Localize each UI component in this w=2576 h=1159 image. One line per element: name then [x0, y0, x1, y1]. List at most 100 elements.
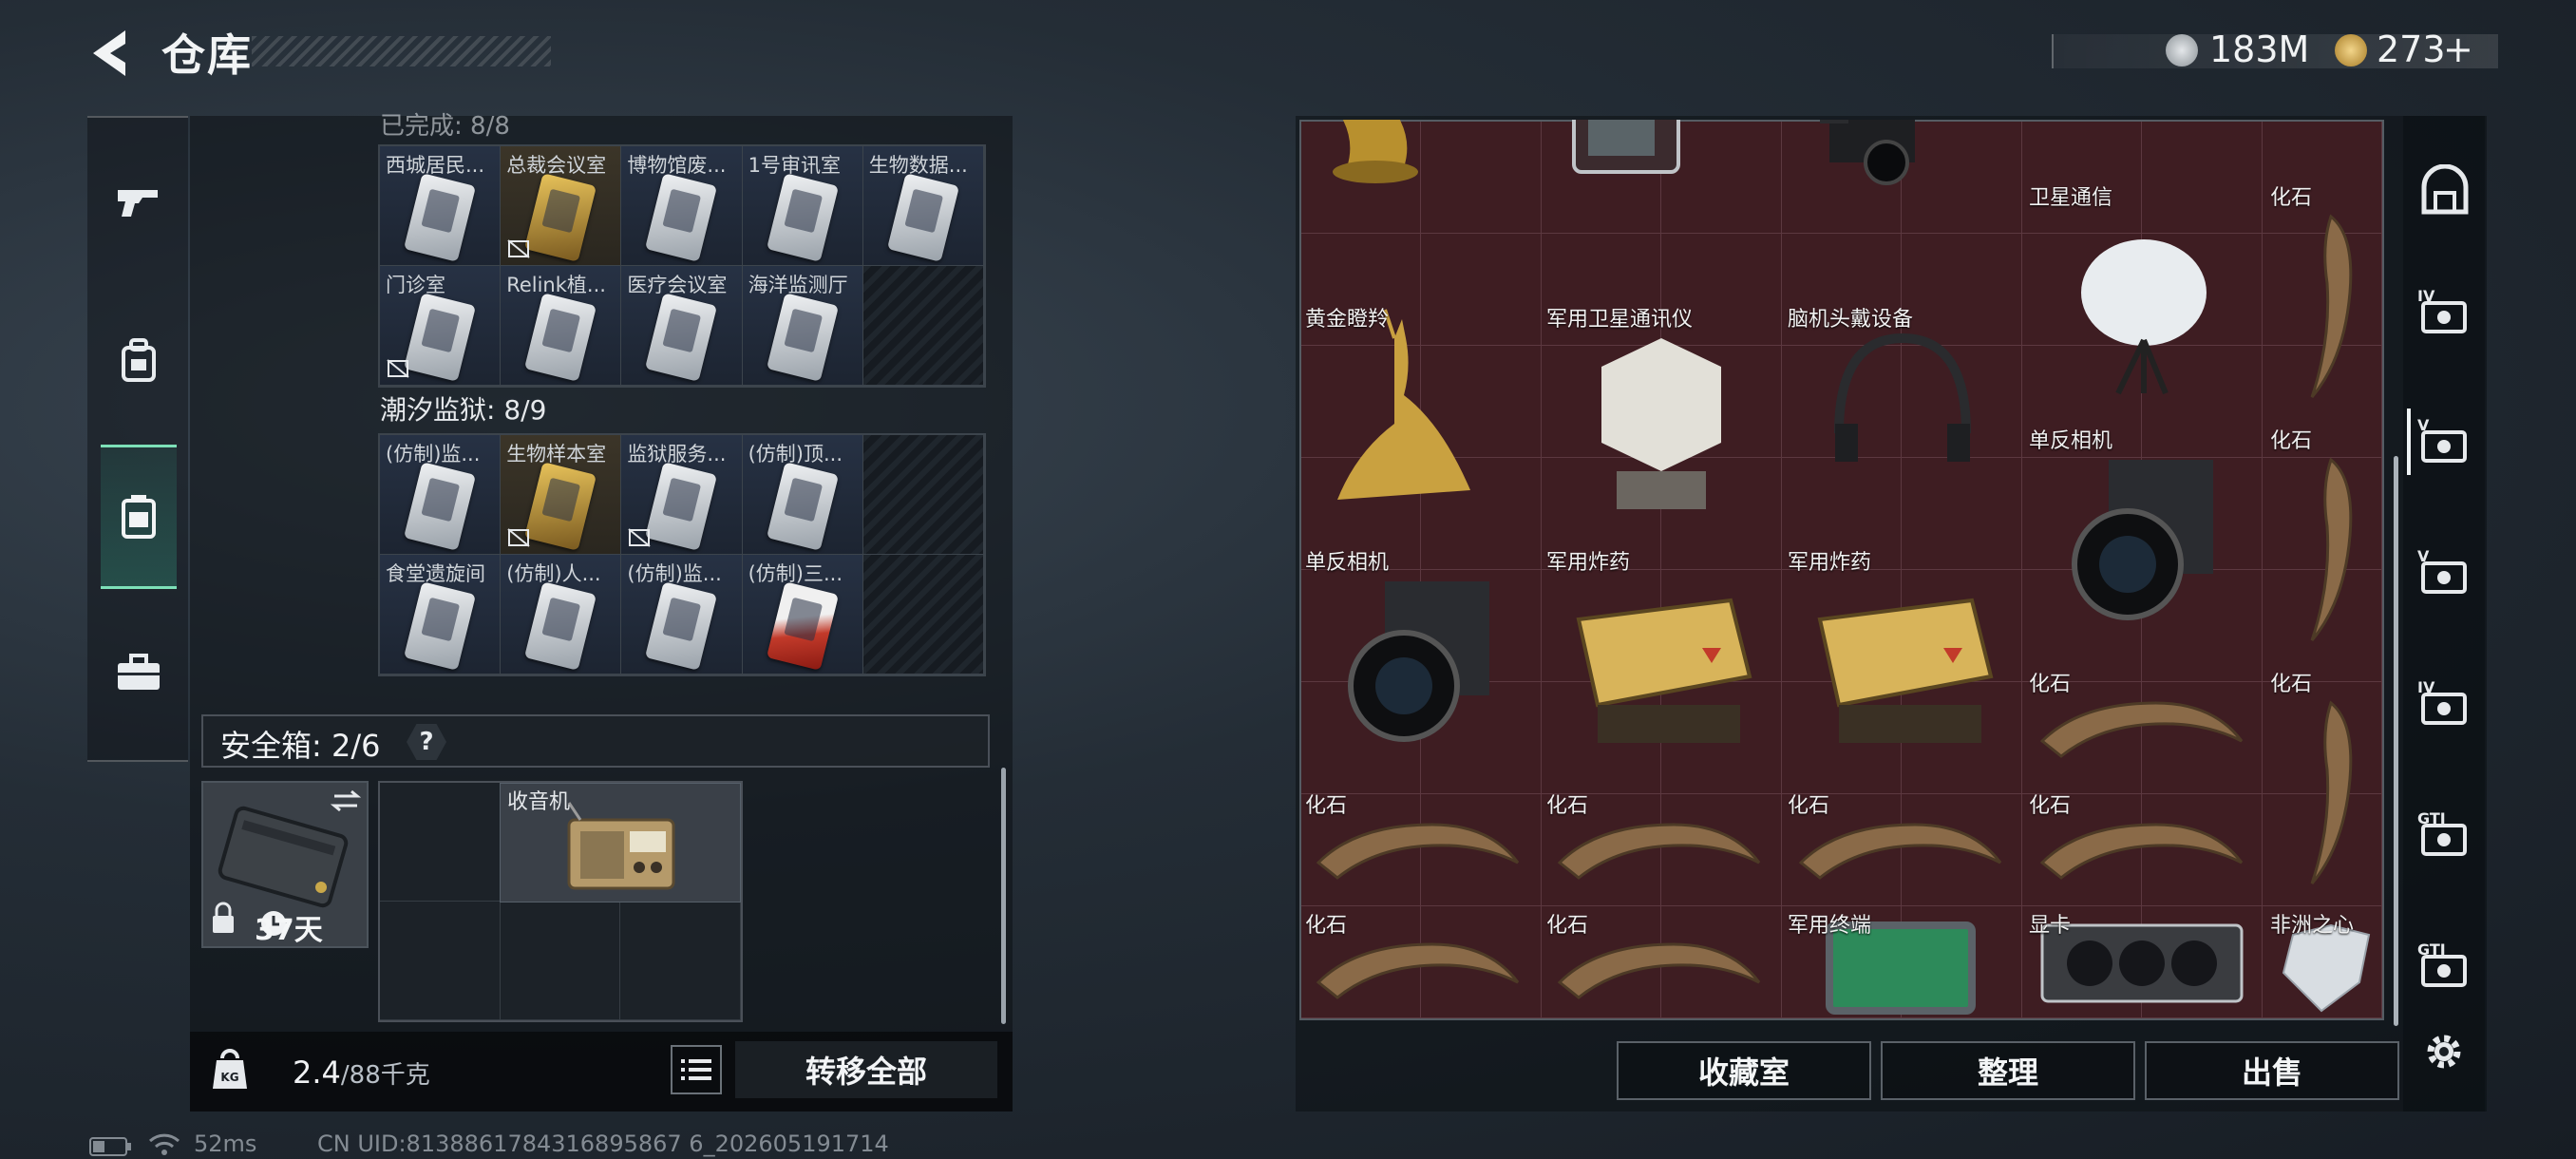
key-card-slot[interactable]: 食堂遗旋间: [380, 555, 502, 674]
storage-item-label: 军用炸药: [1546, 551, 1631, 575]
collection-room-button[interactable]: 收藏室: [1617, 1041, 1871, 1100]
key-card-label: (仿制)监...: [386, 443, 481, 466]
key-card-slot[interactable]: 生物数据...: [862, 146, 984, 266]
key-card-slot[interactable]: (仿制)顶...: [742, 435, 863, 555]
key-card-icon: [403, 293, 477, 382]
storage-item-label: 单反相机: [2029, 429, 2113, 453]
key-card-slot[interactable]: 门诊室: [380, 266, 502, 386]
key-card-icon: [524, 173, 597, 262]
list-view-button[interactable]: [671, 1045, 722, 1094]
storage-item-terminal[interactable]: 军用终端: [1782, 906, 2023, 1026]
list-icon: [681, 1059, 711, 1080]
filter-tier-label: GTI: [2417, 940, 2446, 959]
all-items-icon: [2421, 164, 2469, 215]
gold-horse-icon: [1333, 120, 1418, 183]
filter-tools[interactable]: IV: [2409, 661, 2481, 747]
storage-item-claw-horizontal[interactable]: 化石: [2023, 665, 2264, 785]
key-card-label: (仿制)顶...: [748, 443, 843, 466]
storage-item-claw-horizontal[interactable]: 化石: [2023, 787, 2264, 906]
side-nav-storage[interactable]: [101, 445, 177, 589]
explosive-icon: [1817, 598, 1994, 743]
key-card-label: Relink植...: [506, 274, 606, 296]
key-card-slot[interactable]: (仿制)三...: [742, 555, 863, 674]
storage-item-water-jug[interactable]: [2023, 120, 2143, 158]
key-card-icon: [645, 581, 718, 671]
key-card-slot[interactable]: (仿制)人...: [501, 555, 622, 674]
storage-item-label: 化石: [2029, 673, 2072, 696]
filter-tier-label: V: [2417, 547, 2430, 565]
storage-item-claw-vertical[interactable]: 化石: [2264, 665, 2384, 906]
storage-item-claw-horizontal[interactable]: 化石: [1299, 787, 1541, 906]
storage-item-camera[interactable]: 单反相机: [2023, 422, 2264, 663]
key-card-label: 总裁会议室: [506, 154, 607, 177]
key-card-icon: [645, 173, 718, 262]
storage-item-claw-horizontal[interactable]: 化石: [1782, 787, 2023, 906]
storage-item-claw-vertical[interactable]: 化石: [2264, 179, 2384, 420]
storage-item-claw-horizontal[interactable]: 化石: [1299, 906, 1541, 1026]
add-currency-button[interactable]: +: [2443, 28, 2473, 70]
storage-item-claw-vertical[interactable]: 化石: [2264, 422, 2384, 663]
key-card-slot[interactable]: 海洋监测厅: [742, 266, 863, 386]
left-panel-scrollbar[interactable]: [1001, 768, 1006, 1024]
key-card-slot[interactable]: 生物样本室: [501, 435, 622, 555]
storage-item-explosive[interactable]: 军用炸药: [1782, 543, 2023, 787]
back-arrow-icon[interactable]: [84, 27, 137, 80]
key-card-slot[interactable]: 医疗会议室: [621, 266, 743, 386]
storage-item-satellite-dish[interactable]: 卫星通信: [2023, 179, 2264, 420]
key-card-slot[interactable]: 西城居民...: [380, 146, 502, 266]
storage-item-video-camera[interactable]: [1782, 120, 2023, 241]
side-nav-weapons[interactable]: [101, 163, 177, 239]
key-card-slot[interactable]: 1号审讯室: [742, 146, 863, 266]
filter-gti-2[interactable]: GTI: [2409, 923, 2481, 1009]
storage-item-graphics-card[interactable]: 显卡: [2023, 906, 2264, 1026]
filter-all[interactable]: [2409, 148, 2481, 234]
gear-icon: [2427, 1035, 2461, 1069]
settings-button[interactable]: [2420, 1028, 2468, 1079]
storage-item-claw-horizontal[interactable]: 化石: [1541, 787, 1782, 906]
claw-vertical-icon: [2310, 700, 2353, 884]
key-card-label: 博物馆废...: [627, 154, 727, 177]
title-decoration: [252, 36, 551, 66]
filter-medical[interactable]: IV: [2409, 270, 2481, 355]
storage-item-explosive[interactable]: 军用炸药: [1541, 543, 1782, 787]
side-nav-backpack[interactable]: [101, 323, 177, 399]
svg-text:KG: KG: [220, 1071, 238, 1084]
key-card-icon: [524, 462, 597, 551]
transfer-all-button[interactable]: 转移全部: [735, 1041, 997, 1098]
storage-item-label: 化石: [1305, 794, 1348, 818]
filter-gti-1[interactable]: GTI: [2409, 792, 2481, 878]
battery-icon: [89, 1137, 131, 1156]
storage-item-claw-horizontal[interactable]: 化石: [1541, 906, 1782, 1026]
user-uid: CN UID:8138861784316895867 6_20260519171…: [317, 1130, 889, 1157]
filter-category-icon: IV: [2417, 678, 2467, 725]
key-card-slot[interactable]: 总裁会议室: [501, 146, 622, 266]
satellite-dish-icon: [2081, 239, 2207, 395]
key-card-icon: [766, 462, 839, 551]
storage-item-camera[interactable]: 单反相机: [1299, 543, 1541, 787]
key-card-slot[interactable]: (仿制)监...: [621, 555, 743, 674]
key-card-label: 生物数据...: [868, 154, 968, 177]
storage-item-diamond[interactable]: 非洲之心: [2264, 906, 2384, 1026]
key-card-slot[interactable]: 博物馆废...: [621, 146, 743, 266]
key-card-label: 1号审讯室: [748, 154, 841, 177]
side-nav-toolbox[interactable]: [101, 635, 177, 711]
filter-electronics[interactable]: V: [2409, 530, 2481, 616]
wifi-icon: [148, 1133, 180, 1155]
key-card-slot[interactable]: Relink植...: [501, 266, 622, 386]
key-card-slot[interactable]: (仿制)监...: [380, 435, 502, 555]
sell-button[interactable]: 出售: [2145, 1041, 2399, 1100]
silver-currency-amount: 183M: [2209, 28, 2310, 70]
unavailable-icon: [387, 359, 409, 378]
storage-item-sat-communicator[interactable]: 军用卫星通讯仪: [1541, 300, 1782, 543]
key-card-slot[interactable]: 监狱服务...: [621, 435, 743, 555]
storage-scrollbar[interactable]: [2394, 456, 2398, 1026]
storage-item-gold-gazelle[interactable]: 黄金瞪羚: [1299, 300, 1541, 543]
key-card-grid-prison: (仿制)监... 生物样本室 监狱服务... (仿制)顶... 食堂遗旋间 (仿制)人..…: [378, 433, 986, 676]
storage-item-headset[interactable]: 脑机头戴设备: [1782, 300, 2023, 543]
storage-item-gold-horse[interactable]: [1299, 120, 1541, 241]
storage-item-radio-device[interactable]: [1541, 120, 1782, 241]
filter-collectibles[interactable]: V: [2407, 399, 2481, 484]
organize-button[interactable]: 整理: [1881, 1041, 2135, 1100]
filter-tier-label: IV: [2417, 287, 2435, 305]
filter-tier-label: V: [2417, 416, 2430, 434]
